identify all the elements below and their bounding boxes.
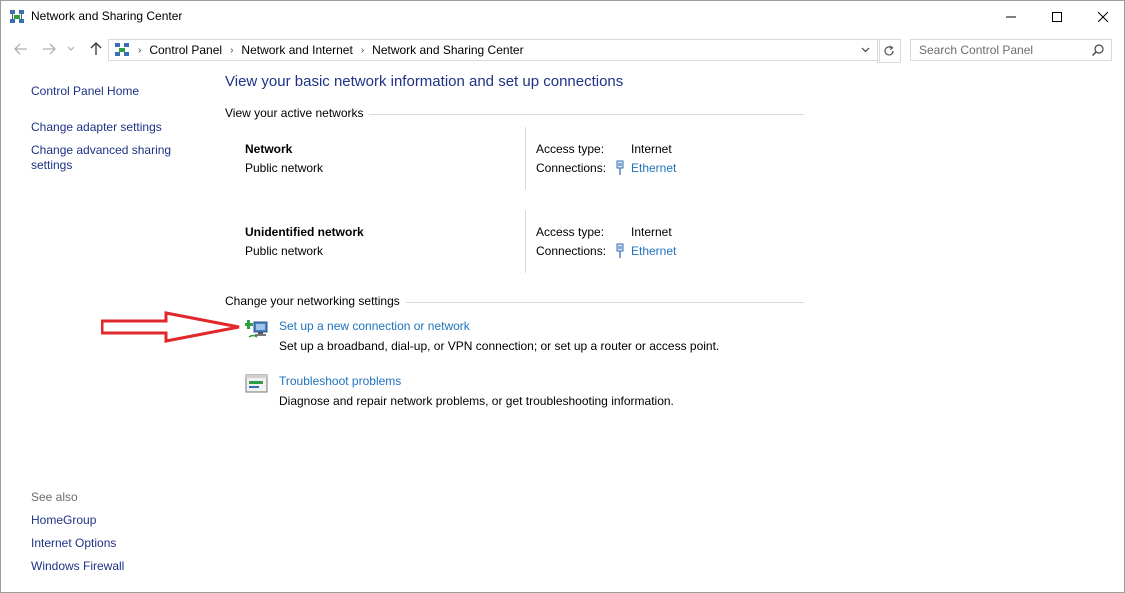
ethernet-connection-link[interactable]: Ethernet: [631, 161, 676, 175]
window: Network and Sharing Center › Control Pan…: [0, 0, 1125, 593]
ethernet-icon: [615, 243, 625, 259]
chevron-down-icon: [861, 47, 869, 53]
breadcrumb-network-and-internet[interactable]: Network and Internet: [241, 43, 352, 57]
network-center-icon: [9, 9, 25, 25]
change-adapter-settings-link[interactable]: Change adapter settings: [31, 120, 162, 135]
address-dropdown-button[interactable]: [854, 39, 876, 61]
ethernet-icon: [615, 160, 625, 176]
network-name: Network: [245, 142, 293, 156]
network-divider: [525, 127, 526, 190]
breadcrumb-network-and-sharing-center[interactable]: Network and Sharing Center: [372, 43, 523, 57]
recent-locations-button[interactable]: [65, 41, 77, 57]
page-title: View your basic network information and …: [225, 73, 624, 90]
title-bar: Network and Sharing Center: [1, 1, 1124, 32]
change-advanced-sharing-settings-link[interactable]: Change advanced sharing settings: [31, 143, 181, 173]
internet-options-link[interactable]: Internet Options: [31, 536, 116, 551]
chevron-down-icon: [67, 46, 75, 51]
minimize-icon: [1006, 16, 1016, 17]
breadcrumb-separator-icon[interactable]: ›: [361, 45, 364, 56]
troubleshoot-problems-description: Diagnose and repair network problems, or…: [279, 394, 674, 408]
troubleshoot-problems-link[interactable]: Troubleshoot problems: [279, 374, 401, 388]
section-divider: [406, 302, 804, 303]
access-type-label: Access type:: [536, 225, 605, 239]
troubleshoot-icon[interactable]: [245, 373, 269, 397]
control-panel-icon: [114, 42, 130, 58]
minimize-button[interactable]: [988, 1, 1034, 32]
access-type-label: Access type:: [536, 142, 605, 156]
access-type-value: Internet: [631, 225, 672, 239]
control-panel-home-link[interactable]: Control Panel Home: [31, 84, 139, 99]
search-icon[interactable]: [1091, 43, 1105, 57]
ethernet-connection-link[interactable]: Ethernet: [631, 244, 676, 258]
homegroup-link[interactable]: HomeGroup: [31, 513, 96, 528]
breadcrumb-control-panel[interactable]: Control Panel: [149, 43, 222, 57]
breadcrumb-separator-icon[interactable]: ›: [138, 45, 141, 56]
red-arrow-icon: [101, 311, 240, 343]
back-button[interactable]: [13, 41, 29, 57]
maximize-button[interactable]: [1034, 1, 1080, 32]
setup-new-connection-description: Set up a broadband, dial-up, or VPN conn…: [279, 339, 720, 353]
search-box[interactable]: [910, 39, 1112, 61]
forward-arrow-icon: [43, 43, 56, 55]
window-title: Network and Sharing Center: [31, 9, 183, 23]
close-button[interactable]: [1080, 1, 1125, 32]
back-arrow-icon: [14, 43, 27, 55]
refresh-icon: [884, 45, 894, 56]
close-icon: [1098, 11, 1108, 22]
networking-settings-heading: Change your networking settings: [225, 294, 400, 308]
active-networks-heading: View your active networks: [225, 106, 364, 120]
breadcrumb-separator-icon[interactable]: ›: [230, 45, 233, 56]
connections-label: Connections:: [536, 161, 607, 175]
network-setup-icon[interactable]: [244, 317, 269, 341]
refresh-button[interactable]: [877, 39, 901, 63]
network-divider: [525, 210, 526, 273]
search-input[interactable]: [911, 40, 1089, 60]
windows-firewall-link[interactable]: Windows Firewall: [31, 559, 124, 574]
section-divider: [369, 114, 804, 115]
up-arrow-icon: [90, 42, 102, 55]
network-category-link: Public network: [245, 244, 324, 258]
network-name: Unidentified network: [245, 225, 364, 239]
connections-label: Connections:: [536, 244, 607, 258]
address-bar[interactable]: › Control Panel › Network and Internet ›…: [108, 39, 880, 61]
access-type-value: Internet: [631, 142, 672, 156]
see-also-heading: See also: [31, 490, 78, 504]
up-button[interactable]: [88, 41, 104, 57]
setup-new-connection-link[interactable]: Set up a new connection or network: [279, 319, 470, 333]
forward-button[interactable]: [41, 41, 57, 57]
network-category-link: Public network: [245, 161, 324, 175]
maximize-icon: [1052, 11, 1062, 22]
